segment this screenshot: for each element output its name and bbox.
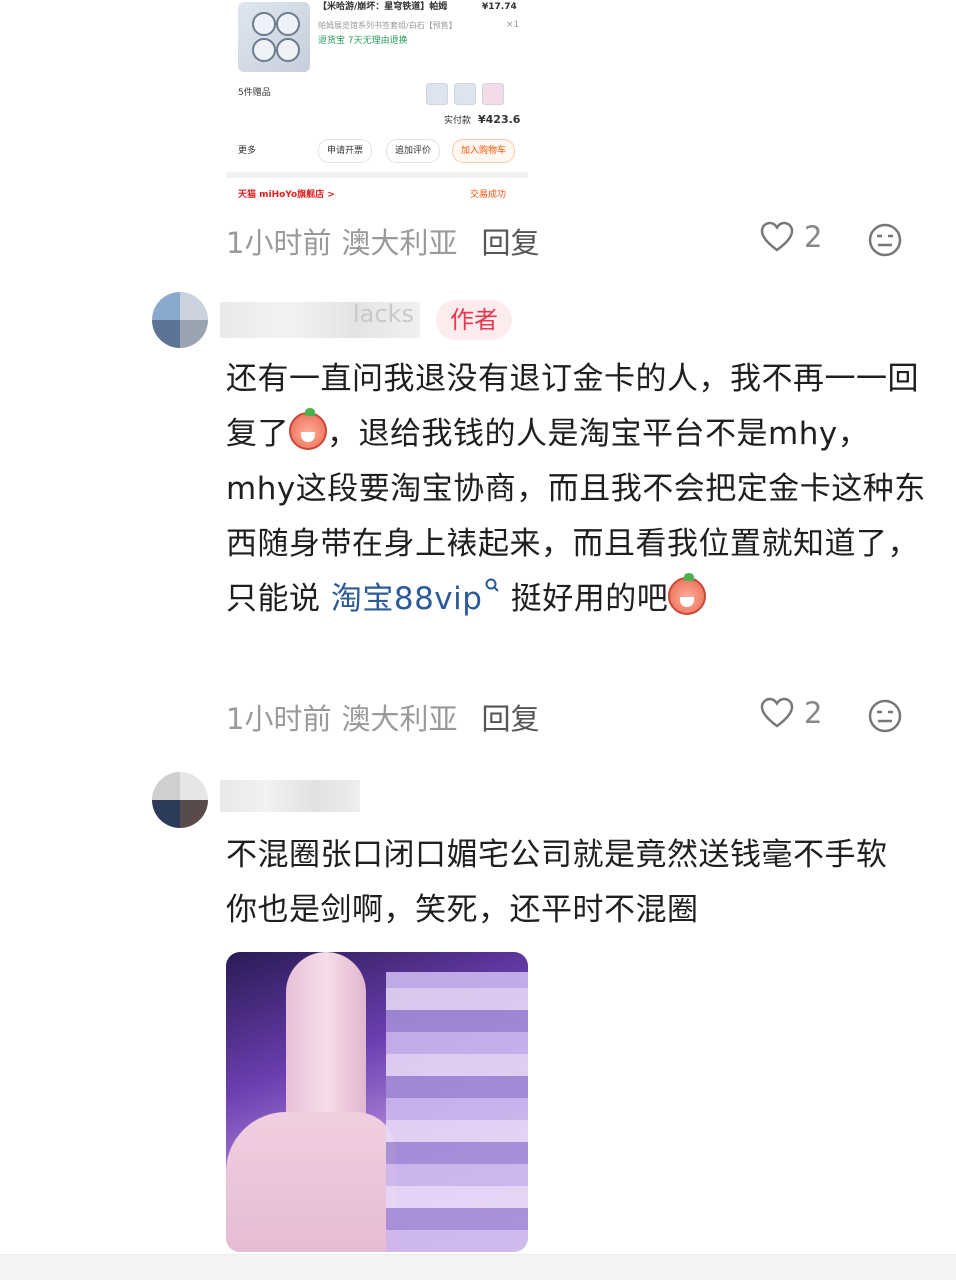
- like-button[interactable]: 2: [760, 220, 822, 254]
- bottom-bar: [0, 1255, 956, 1280]
- dislike-face-icon[interactable]: [867, 698, 903, 734]
- author-badge: 作者: [436, 300, 512, 340]
- product-price: ¥17.74: [482, 2, 517, 12]
- like-count: 2: [804, 220, 823, 254]
- paid-amount: ¥423.6: [478, 113, 521, 126]
- like-button[interactable]: 2: [760, 696, 822, 730]
- comment-meta: 1小时前 澳大利亚 回复: [226, 220, 539, 262]
- add-review-button[interactable]: 追加评价: [386, 139, 441, 163]
- crying-emoji-icon: [289, 408, 327, 450]
- heart-icon: [760, 221, 794, 252]
- comment-text: 还有一直问我退没有退订金卡的人，我不再一一回复了 ，退给我钱的人是淘宝平台不是mh…: [226, 361, 926, 617]
- order-screenshot-image: 【米哈游/崩坏：星穹铁道】帕姆 ¥17.74 帕姆展览馆系列书签套组/白石【预售…: [226, 0, 528, 200]
- gifts-label: 5件赠品: [238, 88, 271, 98]
- dislike-face-icon[interactable]: [867, 222, 903, 258]
- like-count: 2: [804, 696, 823, 730]
- comment-location: 澳大利亚: [341, 226, 458, 260]
- gift-thumbnails: [426, 83, 504, 105]
- comment-meta: 1小时前 澳大利亚 回复: [226, 696, 539, 738]
- comment-text: 不混圈张口闭口媚宅公司就是竟然送钱毫不手软你也是剑啊，笑死，还平时不混圈: [226, 837, 888, 928]
- avatar[interactable]: [152, 292, 208, 348]
- order-status: 交易成功: [470, 190, 507, 200]
- more-label: 更多: [238, 146, 257, 156]
- comment-time: 1小时前: [226, 226, 332, 260]
- store-name: 天猫 miHoYo旗舰店 >: [238, 190, 335, 200]
- username-blurred: [220, 780, 360, 812]
- gift-thumb: [482, 83, 504, 105]
- section-divider: [226, 172, 528, 178]
- product-qty: ×1: [506, 20, 520, 30]
- hand-shape: [226, 1112, 396, 1252]
- product-title: 【米哈游/崩坏：星穹铁道】帕姆: [318, 2, 448, 12]
- comment-image[interactable]: [226, 952, 528, 1252]
- paid-label: 实付款: [444, 116, 472, 126]
- username-blurred: lacks: [220, 300, 420, 338]
- comment-time: 1小时前: [226, 702, 332, 736]
- comment-location: 澳大利亚: [341, 702, 458, 736]
- mosaic-blur: [386, 972, 528, 1252]
- gift-thumb: [426, 83, 448, 105]
- gift-thumb: [454, 83, 476, 105]
- add-to-cart-button[interactable]: 加入购物车: [452, 139, 516, 163]
- avatar[interactable]: [152, 772, 208, 828]
- search-icon[interactable]: [484, 577, 500, 597]
- reply-button[interactable]: 回复: [481, 696, 539, 738]
- search-link[interactable]: 淘宝88vip: [331, 581, 483, 617]
- crying-emoji-icon: [668, 573, 707, 615]
- heart-icon: [760, 697, 794, 728]
- invoice-button[interactable]: 申请开票: [318, 139, 373, 163]
- service-tags: 退货宝 7天无理由退换: [318, 36, 408, 46]
- product-spec: 帕姆展览馆系列书签套组/白石【预售】: [318, 21, 457, 30]
- reply-button[interactable]: 回复: [481, 220, 539, 262]
- product-thumbnail: [238, 2, 310, 72]
